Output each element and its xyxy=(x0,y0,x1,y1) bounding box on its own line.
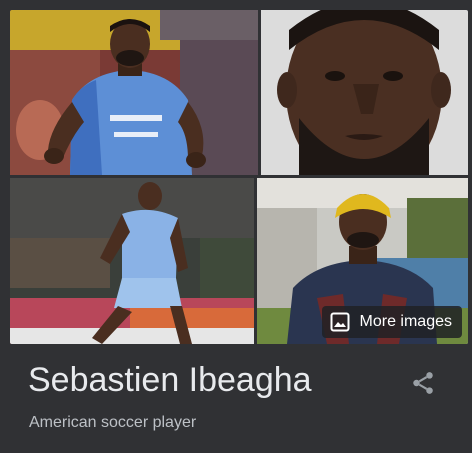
image-tile-4[interactable]: More images xyxy=(257,178,468,344)
player-photo-3 xyxy=(10,178,254,344)
player-photo-1 xyxy=(10,10,258,175)
image-tile-3[interactable] xyxy=(10,178,254,344)
player-photo-2 xyxy=(261,10,468,175)
image-tile-2[interactable] xyxy=(261,10,468,175)
image-tile-1[interactable] xyxy=(10,10,258,175)
more-images-label: More images xyxy=(359,313,452,330)
share-button[interactable] xyxy=(410,370,436,396)
image-icon xyxy=(330,312,350,332)
entity-title: Sebastien Ibeagha xyxy=(28,361,312,399)
entity-subtitle: American soccer player xyxy=(29,414,197,431)
more-images-button[interactable]: More images xyxy=(321,306,462,338)
knowledge-panel: More images Sebastien Ibeagha American s… xyxy=(0,0,472,453)
share-icon xyxy=(413,372,433,394)
image-grid: More images xyxy=(10,10,468,344)
